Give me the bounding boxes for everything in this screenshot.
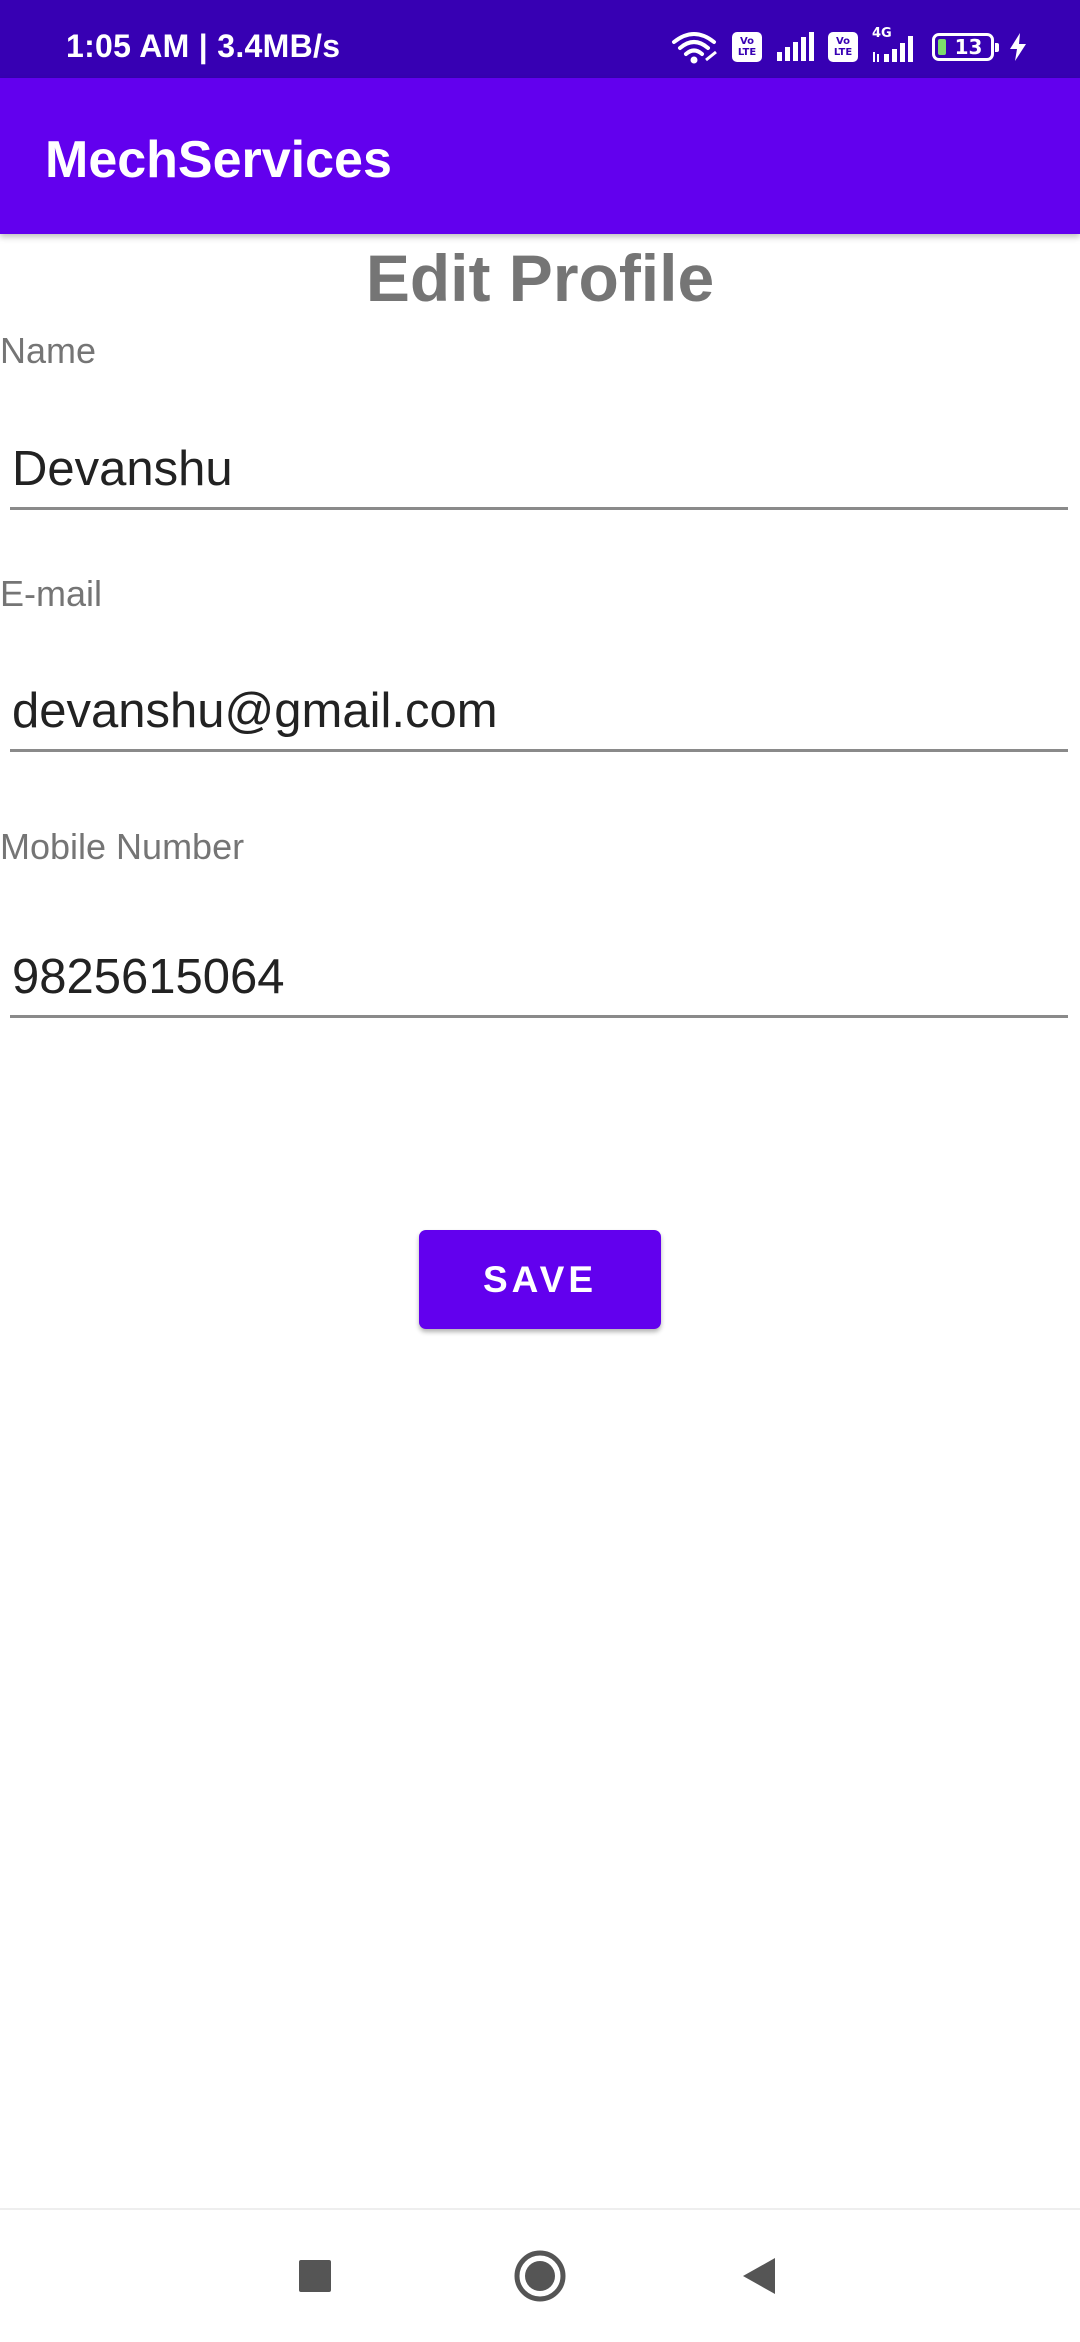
status-bar: 1:05 AM | 3.4MB/s Vo LTE Vo LTE 4G 13 xyxy=(0,0,1080,78)
email-label: E-mail xyxy=(0,573,103,614)
email-field[interactable] xyxy=(10,672,1068,752)
volte-icon: Vo LTE xyxy=(732,32,762,62)
battery-fill xyxy=(938,39,946,55)
mobile-label: Mobile Number xyxy=(0,826,245,867)
recent-apps-icon[interactable] xyxy=(285,2246,345,2306)
volte-icon: Vo LTE xyxy=(828,32,858,62)
app-title: MechServices xyxy=(45,131,392,189)
name-label: Name xyxy=(0,330,97,371)
volte-badge-top: Vo xyxy=(835,36,851,47)
name-field[interactable] xyxy=(10,430,1068,510)
volte-badge-bottom: LTE xyxy=(737,47,757,58)
mobile-number-field[interactable] xyxy=(10,938,1068,1018)
battery-level: 13 xyxy=(954,35,983,59)
back-icon[interactable] xyxy=(730,2246,790,2306)
wifi-icon xyxy=(670,30,718,64)
signal-icon xyxy=(776,32,814,62)
home-icon[interactable] xyxy=(510,2246,570,2306)
save-button[interactable]: SAVE xyxy=(419,1230,661,1329)
signal-4g-icon: 4G xyxy=(872,26,918,64)
page-title: Edit Profile xyxy=(365,241,715,315)
volte-badge-top: Vo xyxy=(739,36,755,47)
status-time: 1:05 AM | 3.4MB/s xyxy=(66,28,341,64)
navigation-bar xyxy=(0,2208,1080,2342)
status-icons: Vo LTE Vo LTE 4G 13 xyxy=(670,26,1028,64)
app-bar: MechServices xyxy=(0,78,1080,234)
charging-icon xyxy=(1008,32,1028,62)
volte-badge-bottom: LTE xyxy=(833,47,853,58)
battery-icon: 13 xyxy=(932,33,999,61)
